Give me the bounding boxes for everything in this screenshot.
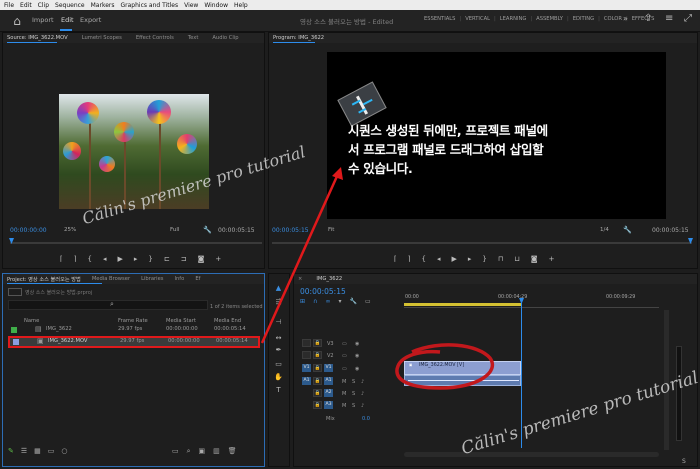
- drag-arrow-line: [260, 173, 340, 344]
- clip-highlight-circle: [395, 343, 495, 390]
